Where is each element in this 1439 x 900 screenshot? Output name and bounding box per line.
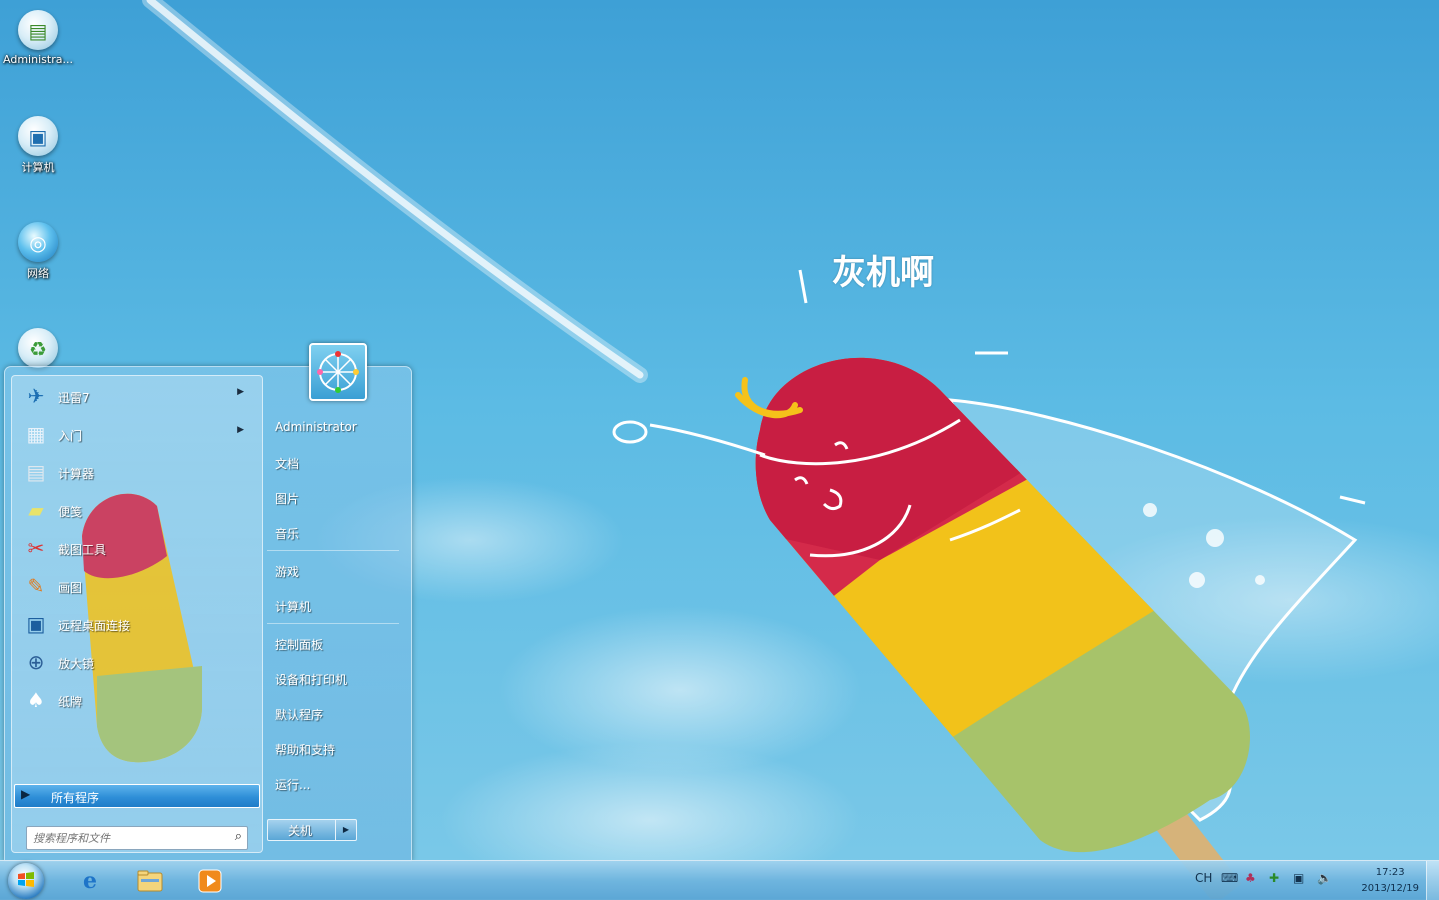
program-item-magnifier[interactable]: ⊕ 放大镜 — [16, 644, 254, 680]
start-button[interactable] — [8, 863, 44, 899]
keyboard-icon[interactable]: ⌨ — [1221, 871, 1238, 885]
language-indicator[interactable]: CH — [1195, 871, 1212, 885]
place-label: 设备和打印机 — [275, 673, 348, 687]
menu-divider — [267, 623, 399, 624]
paint-icon: ✎ — [27, 574, 45, 598]
ferris-wheel-icon — [317, 351, 359, 393]
place-label: 默认程序 — [275, 708, 324, 722]
submenu-arrow-icon: ▶ — [237, 387, 244, 397]
tray-app-icon[interactable]: ♣ — [1245, 871, 1256, 885]
place-label: 帮助和支持 — [275, 743, 336, 757]
program-item-remote-desktop[interactable]: ▣ 远程桌面连接 — [16, 606, 254, 642]
program-label: 纸牌 — [58, 695, 83, 709]
taskbar-media-player-button[interactable] — [182, 863, 238, 899]
desktop-icon-network[interactable]: ◎ 网络 — [0, 216, 76, 281]
program-item-sticky-notes[interactable]: ▰ 便笺 — [16, 492, 254, 528]
taskbar: e CH ⌨ ♣ ✚ ▣ 🔈 17:23 2013/12/19 — [0, 860, 1439, 900]
clock[interactable]: 17:23 2013/12/19 — [1361, 865, 1419, 897]
calculator-icon: ▤ — [26, 460, 46, 484]
place-documents[interactable]: 文档 — [267, 450, 399, 476]
shutdown-options-arrow-icon[interactable]: ▶ — [335, 820, 356, 840]
desktop-icon-computer[interactable]: ▣ 计算机 — [0, 110, 76, 175]
program-item-snipping-tool[interactable]: ✂ 截图工具 — [16, 530, 254, 566]
place-label: 运行... — [275, 778, 311, 792]
place-label: 音乐 — [275, 527, 300, 541]
media-player-icon — [198, 869, 222, 893]
desktop-icon-label: 网络 — [27, 267, 49, 280]
sticky-notes-icon: ▰ — [28, 498, 44, 522]
taskbar-explorer-button[interactable] — [122, 863, 178, 899]
place-label: 控制面板 — [275, 638, 324, 652]
place-devices-printers[interactable]: 设备和打印机 — [267, 666, 399, 692]
remote-desktop-icon: ▣ — [26, 612, 46, 636]
start-menu-programs-pane: ✈ 迅雷7 ▶ ▦ 入门 ▶ ▤ 计算器 ▰ 便笺 ✂ 截图工具 ✎ 画图 ▣ … — [11, 375, 263, 853]
magnifier-icon: ⊕ — [27, 650, 45, 674]
place-music[interactable]: 音乐 — [267, 520, 399, 546]
place-pictures[interactable]: 图片 — [267, 485, 399, 511]
tray-security-icon[interactable]: ✚ — [1269, 871, 1279, 885]
program-label: 放大镜 — [58, 657, 95, 671]
program-item-paint[interactable]: ✎ 画图 — [16, 568, 254, 604]
place-default-programs[interactable]: 默认程序 — [267, 701, 399, 727]
program-label: 远程桌面连接 — [58, 619, 131, 633]
system-tray: CH ⌨ ♣ ✚ ▣ 🔈 17:23 2013/12/19 — [1195, 861, 1425, 900]
clock-time: 17:23 — [1375, 867, 1405, 878]
show-desktop-button[interactable] — [1426, 861, 1439, 900]
computer-icon: ▣ — [18, 116, 58, 156]
arrow-right-icon: ▶ — [21, 787, 31, 801]
program-label: 截图工具 — [58, 543, 107, 557]
place-control-panel[interactable]: 控制面板 — [267, 631, 399, 657]
search-input[interactable] — [31, 829, 225, 847]
program-label: 画图 — [58, 581, 83, 595]
network-status-icon[interactable]: ▣ — [1293, 871, 1304, 885]
all-programs-label: 所有程序 — [51, 791, 100, 805]
shutdown-button[interactable]: 关机 ▶ — [267, 819, 357, 841]
wallpaper-text: 灰机啊 — [832, 253, 934, 293]
desktop-icon-label: 计算机 — [21, 161, 55, 174]
folder-icon — [137, 870, 163, 892]
place-label: Administrator — [275, 420, 357, 434]
all-programs-button[interactable]: ▶ 所有程序 — [14, 784, 260, 808]
program-label: 迅雷7 — [58, 391, 90, 405]
getting-started-icon: ▦ — [26, 422, 46, 446]
place-run[interactable]: 运行... — [267, 771, 399, 797]
search-box[interactable]: ⌕ — [26, 826, 248, 850]
submenu-arrow-icon: ▶ — [237, 425, 244, 435]
network-icon: ◎ — [18, 222, 58, 262]
place-label: 计算机 — [275, 600, 312, 614]
program-label: 计算器 — [58, 467, 95, 481]
clock-date: 2013/12/19 — [1361, 883, 1419, 894]
windows-logo-icon — [18, 872, 34, 887]
ie-icon: e — [83, 868, 97, 894]
program-item-solitaire[interactable]: ♠ 纸牌 — [16, 682, 254, 718]
place-administrator[interactable]: Administrator — [267, 415, 399, 441]
place-label: 文档 — [275, 457, 300, 471]
snipping-tool-icon: ✂ — [27, 536, 45, 560]
taskbar-ie-button[interactable]: e — [62, 863, 118, 899]
program-item-calculator[interactable]: ▤ 计算器 — [16, 454, 254, 490]
thunder-bird-icon: ✈ — [27, 384, 45, 408]
place-games[interactable]: 游戏 — [267, 558, 399, 584]
place-help-support[interactable]: 帮助和支持 — [267, 736, 399, 762]
desktop-icon-label: Administra... — [3, 53, 73, 66]
start-menu: ✈ 迅雷7 ▶ ▦ 入门 ▶ ▤ 计算器 ▰ 便笺 ✂ 截图工具 ✎ 画图 ▣ … — [4, 343, 412, 862]
solitaire-icon: ♠ — [27, 688, 45, 712]
desktop-icon-administrator[interactable]: ▤ Administra... — [0, 4, 76, 66]
user-picture[interactable] — [309, 343, 367, 401]
shutdown-label: 关机 — [288, 824, 313, 838]
place-computer[interactable]: 计算机 — [267, 593, 399, 619]
user-folder-icon: ▤ — [18, 10, 58, 50]
program-label: 便笺 — [58, 505, 83, 519]
program-label: 入门 — [58, 429, 83, 443]
program-item-xunlei[interactable]: ✈ 迅雷7 ▶ — [16, 378, 254, 414]
desktop-icon-recycle-bin[interactable]: ♻ — [0, 322, 76, 371]
place-label: 图片 — [275, 492, 300, 506]
volume-icon[interactable]: 🔈 — [1317, 871, 1332, 885]
place-label: 游戏 — [275, 565, 300, 579]
recycle-bin-icon: ♻ — [18, 328, 58, 368]
search-icon[interactable]: ⌕ — [235, 829, 242, 844]
menu-divider — [267, 550, 399, 551]
program-item-getting-started[interactable]: ▦ 入门 ▶ — [16, 416, 254, 452]
